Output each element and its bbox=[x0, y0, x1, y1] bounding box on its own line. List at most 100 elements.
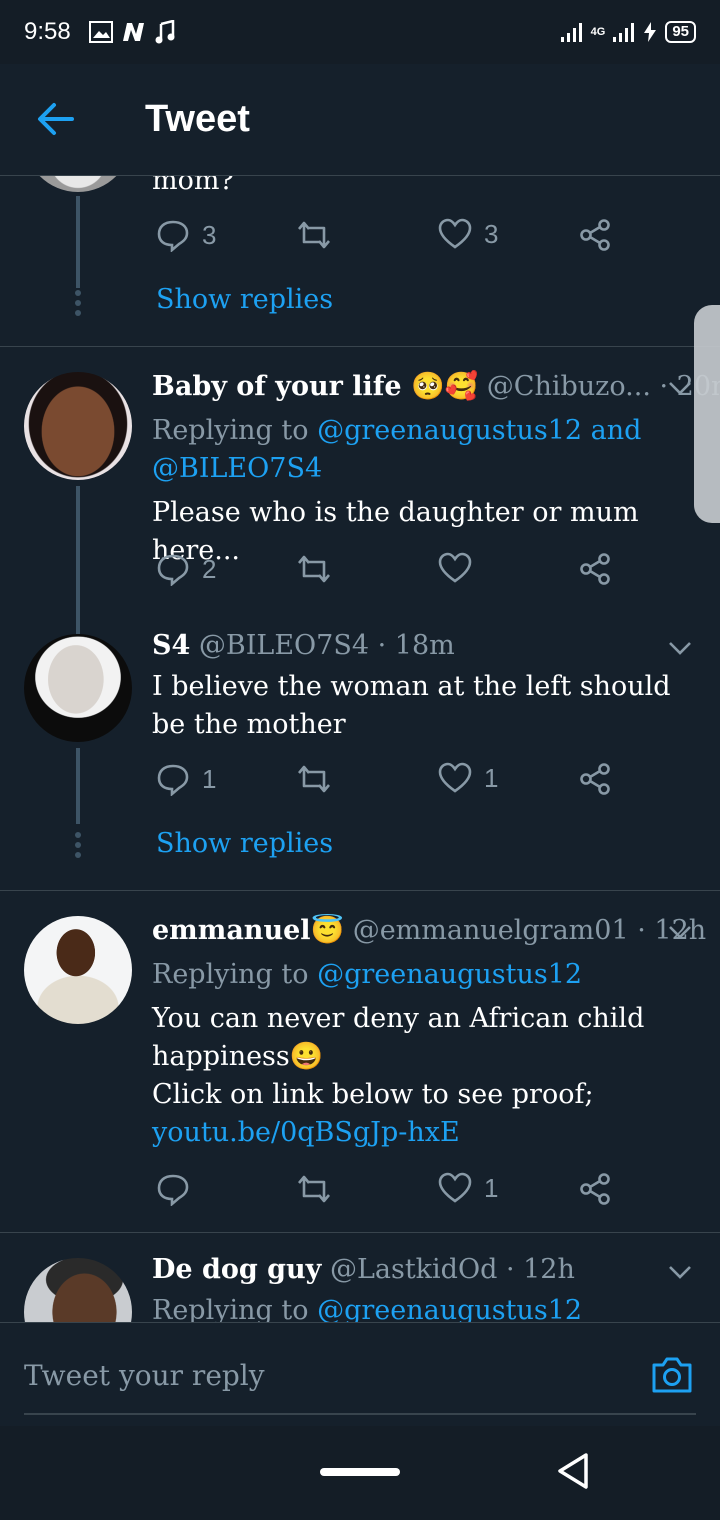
camera-icon bbox=[652, 1357, 692, 1393]
author-name[interactable]: S4 bbox=[152, 630, 190, 661]
chevron-down-icon[interactable] bbox=[668, 1264, 692, 1280]
author-name[interactable]: De dog guy bbox=[152, 1254, 321, 1285]
reply-count: 1 bbox=[202, 763, 217, 794]
tweet-thread[interactable]: mom? 3 3 Show replies Baby of your life … bbox=[0, 176, 720, 1322]
heart-icon bbox=[438, 552, 472, 583]
replying-mentions[interactable]: @greenaugustus12 bbox=[317, 959, 582, 990]
tweet-header: S4 @BILEO7S4 · 18m bbox=[152, 630, 455, 661]
like-button[interactable] bbox=[438, 552, 484, 584]
gallery-icon bbox=[88, 21, 113, 43]
tweet-header: emmanuel😇 @emmanuelgram01 · 12h bbox=[152, 914, 706, 946]
tweet-text-line: Click on link below to see proof; bbox=[152, 1079, 594, 1110]
author-handle[interactable]: @BILEO7S4 bbox=[190, 630, 369, 661]
retweet-button[interactable] bbox=[296, 762, 344, 796]
thread-line bbox=[76, 486, 80, 634]
share-button[interactable] bbox=[578, 552, 612, 586]
author-name[interactable]: Baby of your life 🥺🥰 bbox=[152, 371, 478, 402]
like-button[interactable]: 1 bbox=[438, 1172, 498, 1204]
status-time: 9:58 bbox=[24, 18, 71, 45]
retweet-icon bbox=[298, 1175, 330, 1203]
replying-prefix: Replying to bbox=[152, 415, 318, 446]
tweet-text: I believe the woman at the left should b… bbox=[152, 671, 671, 740]
home-gesture-pill[interactable] bbox=[320, 1468, 400, 1476]
show-replies-link[interactable]: Show replies bbox=[156, 284, 333, 315]
author-handle[interactable]: @Chibuzo... bbox=[487, 371, 651, 402]
retweet-button[interactable] bbox=[296, 1172, 344, 1206]
page-title: Tweet bbox=[145, 98, 250, 140]
tweet-text: You can never deny an African child happ… bbox=[152, 1000, 682, 1152]
replying-to: Replying to @greenaugustus12 bbox=[152, 1292, 672, 1322]
avatar[interactable] bbox=[24, 916, 132, 1024]
signal-icon bbox=[560, 23, 582, 42]
system-nav-bar bbox=[0, 1426, 720, 1520]
author-name[interactable]: emmanuel😇 bbox=[152, 915, 344, 946]
arrow-left-icon bbox=[38, 103, 74, 135]
reply-button[interactable] bbox=[156, 1172, 202, 1206]
share-button[interactable] bbox=[578, 218, 612, 252]
divider bbox=[0, 346, 720, 347]
replying-mentions[interactable]: @greenaugustus12 bbox=[317, 1295, 582, 1322]
like-button[interactable]: 3 bbox=[438, 218, 498, 250]
top-app-bar: Tweet bbox=[0, 64, 720, 176]
network-type: 4G bbox=[590, 26, 606, 38]
avatar[interactable] bbox=[24, 372, 132, 480]
reply-count: 3 bbox=[202, 219, 217, 250]
thread-line bbox=[76, 748, 80, 824]
tweet-header: De dog guy @LastkidOd · 12h bbox=[152, 1254, 575, 1285]
signal-icon-2 bbox=[613, 23, 635, 42]
tweet-text: mom? bbox=[152, 176, 234, 196]
chevron-down-icon[interactable] bbox=[668, 640, 692, 656]
replying-to: Replying to @greenaugustus12 bbox=[152, 956, 672, 994]
share-icon bbox=[580, 219, 610, 251]
retweet-icon bbox=[298, 555, 330, 583]
retweet-icon bbox=[298, 765, 330, 793]
battery-level: 95 bbox=[665, 21, 696, 43]
comment-icon bbox=[157, 764, 189, 796]
divider bbox=[0, 890, 720, 891]
heart-icon bbox=[438, 218, 472, 249]
replying-prefix: Replying to bbox=[152, 959, 318, 990]
heart-icon bbox=[438, 762, 472, 793]
charging-icon bbox=[644, 22, 657, 42]
thread-more-dots bbox=[74, 832, 82, 862]
retweet-button[interactable] bbox=[296, 552, 344, 586]
tweet-actions: 3 3 bbox=[156, 218, 626, 258]
tweet-link[interactable]: youtu.be/0qBSgJp-hxE bbox=[152, 1114, 682, 1152]
like-count: 3 bbox=[484, 218, 499, 249]
thread-line bbox=[76, 196, 80, 288]
status-right: 4G 95 bbox=[560, 21, 696, 43]
author-handle[interactable]: @emmanuelgram01 bbox=[344, 915, 629, 946]
avatar[interactable] bbox=[24, 1258, 132, 1322]
back-button[interactable] bbox=[36, 102, 74, 136]
comment-icon bbox=[157, 1174, 189, 1206]
reply-button[interactable]: 3 bbox=[156, 218, 216, 252]
nav-back-button[interactable] bbox=[556, 1452, 590, 1490]
author-handle[interactable]: @LastkidOd bbox=[321, 1254, 497, 1285]
news-icon bbox=[122, 23, 144, 41]
chevron-down-icon[interactable] bbox=[668, 924, 692, 940]
reply-button[interactable]: 2 bbox=[156, 552, 216, 586]
music-note-icon bbox=[155, 20, 175, 44]
tweet-time: · 12h bbox=[497, 1254, 575, 1285]
retweet-button[interactable] bbox=[296, 218, 344, 252]
tweet-text-line: You can never deny an African child happ… bbox=[152, 1003, 645, 1072]
heart-icon bbox=[438, 1172, 472, 1203]
avatar[interactable] bbox=[24, 176, 132, 192]
avatar[interactable] bbox=[24, 634, 132, 742]
share-icon bbox=[580, 1173, 610, 1205]
scrollbar-thumb[interactable] bbox=[694, 305, 720, 523]
tweet-header: Baby of your life 🥺🥰 @Chibuzo... · 20m bbox=[152, 370, 720, 402]
reply-input[interactable]: Tweet your reply bbox=[24, 1359, 265, 1392]
comment-icon bbox=[157, 220, 189, 252]
tweet-actions: 1 1 bbox=[156, 762, 626, 802]
like-count: 1 bbox=[484, 762, 499, 793]
share-button[interactable] bbox=[578, 1172, 612, 1206]
tweet-actions: 2 bbox=[156, 552, 626, 592]
camera-button[interactable] bbox=[650, 1355, 694, 1395]
like-button[interactable]: 1 bbox=[438, 762, 498, 794]
reply-button[interactable]: 1 bbox=[156, 762, 216, 796]
share-button[interactable] bbox=[578, 762, 612, 796]
tweet-time: · 18m bbox=[369, 630, 455, 661]
chevron-down-icon[interactable] bbox=[668, 380, 692, 396]
show-replies-link[interactable]: Show replies bbox=[156, 828, 333, 859]
